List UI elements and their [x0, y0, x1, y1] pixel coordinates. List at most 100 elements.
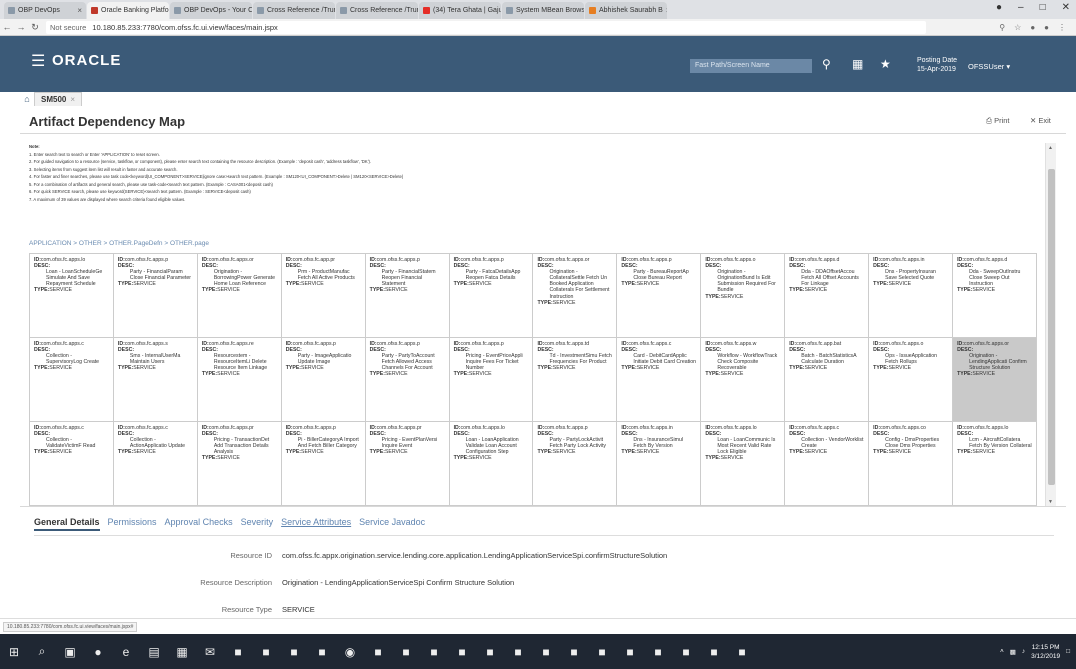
menu-dots-icon[interactable]: ⋮	[1058, 23, 1066, 32]
scrollbar-thumb[interactable]	[1048, 169, 1055, 485]
artifact-cell[interactable]: ID:com.ofss.fc.apps.s DESC: Sms - Internal…	[113, 338, 198, 422]
tab-sm500[interactable]: SM500 ×	[34, 92, 83, 106]
app-icon[interactable]: ■	[728, 634, 756, 669]
browser-tab[interactable]: Oracle Banking Platfo×	[87, 2, 169, 19]
pdf-icon[interactable]: ■	[448, 634, 476, 669]
chrome-icon[interactable]: ◉	[336, 634, 364, 669]
app-icon[interactable]: ■	[224, 634, 252, 669]
details-tab[interactable]: Permissions	[108, 517, 157, 531]
details-tab[interactable]: Service Javadoc	[359, 517, 425, 531]
fast-path-input[interactable]: Fast Path/Screen Name	[690, 59, 812, 73]
app-icon[interactable]: ■	[392, 634, 420, 669]
browser-tab[interactable]: Abhishek Saurabh B×	[585, 2, 667, 19]
list-icon[interactable]: ▦	[852, 57, 863, 71]
browser-tab[interactable]: OBP DevOps - Your Cr×	[170, 2, 252, 19]
favorites-star-icon[interactable]: ★	[880, 57, 891, 71]
tray-up-icon[interactable]: ˄	[1000, 648, 1004, 655]
app-icon[interactable]: ■	[504, 634, 532, 669]
close-tab-icon[interactable]: ×	[666, 2, 667, 19]
close-tab-icon[interactable]: ×	[77, 2, 82, 19]
app-icon[interactable]: ■	[560, 634, 588, 669]
search-icon[interactable]: ⚲	[822, 57, 831, 71]
details-tab[interactable]: Service Attributes	[281, 517, 351, 531]
user-profile-icon[interactable]: ●	[996, 2, 1002, 13]
extension-icon[interactable]: ●	[1044, 23, 1049, 32]
task-view-icon[interactable]: ▣	[56, 634, 84, 669]
artifact-cell[interactable]: ID:com.ofss.fc.apps.o DESC: Origination - …	[701, 254, 786, 338]
artifact-cell[interactable]: ID:com.ofss.fc.apps.or DESC: Origination -…	[197, 254, 282, 338]
browser-tab[interactable]: System MBean Brows×	[502, 2, 584, 19]
artifact-cell[interactable]: ID:com.ofss.fc.apps.re DESC: Resourcestem …	[197, 338, 282, 422]
scroll-up-icon[interactable]: ▲	[1048, 145, 1053, 151]
artifact-cell[interactable]: ID:com.ofss.fc.apps.in DESC: Dns - Insuran…	[617, 422, 702, 506]
artifact-cell[interactable]: ID:com.ofss.fc.apps.p DESC: Party - PartyT…	[365, 338, 450, 422]
app-icon[interactable]: ■	[420, 634, 448, 669]
hamburger-menu-icon[interactable]: ☰	[31, 51, 45, 71]
app-icon[interactable]: ■	[364, 634, 392, 669]
artifact-cell[interactable]: ID:com.ofss.fc.apps.in DESC: Dns - Propert…	[869, 254, 954, 338]
browser-tab[interactable]: (34) Tera Ghata | Gaju×	[419, 2, 501, 19]
app-icon[interactable]: ■	[588, 634, 616, 669]
artifact-cell[interactable]: ID:com.ofss.fc.apps.d DESC: Dda - DDAOffse…	[785, 254, 870, 338]
artifact-cell[interactable]: ID:com.ofss.fc.apps.p DESC: Pricing - Even…	[449, 338, 534, 422]
artifact-cell[interactable]: ID:com.ofss.fc.apps.p DESC: Party - Financ…	[365, 254, 450, 338]
details-tab[interactable]: Severity	[241, 517, 274, 531]
artifact-cell[interactable]: ID:com.ofss.fc.apps.c DESC: Collection - V…	[30, 422, 114, 506]
artifact-cell[interactable]: ID:com.ofss.fc.apps.p DESC: Party - ImageA…	[281, 338, 366, 422]
print-button[interactable]: ⎙ Print	[986, 116, 1010, 126]
artifact-cell[interactable]: ID:com.ofss.fc.apps.p DESC: Party - FatcaD…	[449, 254, 534, 338]
app-icon[interactable]: ■	[672, 634, 700, 669]
windows-icon[interactable]: ⊞	[0, 634, 28, 669]
reload-icon[interactable]: ↻	[28, 22, 42, 33]
artifact-cell[interactable]: ID:com.ofss.fc.apps.c DESC: Collection - V…	[785, 422, 870, 506]
details-tab[interactable]: Approval Checks	[165, 517, 233, 531]
notifications-icon[interactable]: □	[1066, 648, 1070, 655]
exit-button[interactable]: ✕ Exit	[1030, 116, 1051, 125]
artifact-cell[interactable]: ID:com.ofss.fc.apps.td DESC: Td - Investme…	[533, 338, 618, 422]
artifact-cell[interactable]: ID:com.ofss.fc.app.pr DESC: Prm - ProductM…	[281, 254, 366, 338]
artifact-cell[interactable]: ID:com.ofss.fc.apps.p DESC: Party - Bureau…	[617, 254, 702, 338]
artifact-cell[interactable]: ID:com.ofss.fc.apps.w DESC: Workflow - Wor…	[701, 338, 786, 422]
firefox-icon[interactable]: ●	[84, 634, 112, 669]
artifact-cell[interactable]: ID:com.ofss.fc.apps.p DESC: Party - Financ…	[113, 254, 198, 338]
volume-icon[interactable]: ♪	[1022, 648, 1025, 655]
artifact-cell[interactable]: ID:com.ofss.fc.apps.lo DESC: Loan - LoanCo…	[701, 422, 786, 506]
back-icon[interactable]: ←	[0, 22, 14, 32]
edge-icon[interactable]: e	[112, 634, 140, 669]
not-secure-label[interactable]: Not secure	[50, 23, 86, 32]
clock[interactable]: 12:15 PM 3/12/2019	[1031, 643, 1060, 661]
artifact-cell[interactable]: ID:com.ofss.fc.apps.or DESC: Origination -…	[533, 254, 618, 338]
app-icon[interactable]: ■	[700, 634, 728, 669]
close-tab-icon[interactable]: ×	[70, 95, 75, 104]
home-icon[interactable]: ⌂	[20, 92, 34, 106]
artifact-cell[interactable]: ID:com.ofss.fc.apps.lo DESC: Lcm - Aircraf…	[953, 422, 1037, 506]
app-icon[interactable]: ■	[616, 634, 644, 669]
app-icon[interactable]: ■	[644, 634, 672, 669]
artifact-cell[interactable]: ID:com.ofss.fc.apps.c DESC: Collection - S…	[30, 338, 114, 422]
artifact-cell[interactable]: ID:com.ofss.fc.apps.lo DESC: Loan - LoanSc…	[30, 254, 114, 338]
key-icon[interactable]: ⚲	[999, 23, 1005, 32]
file-explorer-icon[interactable]: ▤	[140, 634, 168, 669]
vertical-scrollbar[interactable]: ▲ ▼	[1045, 143, 1056, 507]
browser-tab[interactable]: Cross Reference /Trur×	[253, 2, 335, 19]
artifact-cell[interactable]: ID:com.ofss.fc.apps.d DESC: Dda - SweepOut…	[953, 254, 1037, 338]
app-icon[interactable]: ■	[280, 634, 308, 669]
artifact-cell[interactable]: ID:com.ofss.fc.apps.p DESC: Pi - BillerCat…	[281, 422, 366, 506]
network-icon[interactable]: ▩	[1010, 648, 1016, 656]
close-window-icon[interactable]: ✕	[1062, 2, 1070, 13]
minimize-icon[interactable]: –	[1018, 2, 1024, 13]
extension-icon[interactable]: ●	[1030, 23, 1035, 32]
artifact-cell[interactable]: ID:com.ofss.fc.apps.co DESC: Config - DmsP…	[869, 422, 954, 506]
search-icon[interactable]: ⌕	[28, 634, 56, 669]
app-icon[interactable]: ■	[476, 634, 504, 669]
browser-tab[interactable]: OBP DevOps ×	[4, 2, 86, 19]
url-input[interactable]: Not secure 10.180.85.233:7780/com.ofss.f…	[46, 20, 926, 34]
artifact-cell[interactable]: ID:com.ofss.fc.apps.c DESC: Collection - A…	[113, 422, 198, 506]
artifact-cell[interactable]: ID:com.ofss.fc.apps.lo DESC: Loan - LoanAp…	[449, 422, 534, 506]
app-icon[interactable]: ■	[252, 634, 280, 669]
scroll-down-icon[interactable]: ▼	[1048, 499, 1053, 505]
mail-icon[interactable]: ✉	[196, 634, 224, 669]
artifact-cell[interactable]: ID:com.ofss.fc.apps.o DESC: Ops - IssueApp…	[869, 338, 954, 422]
artifact-cell[interactable]: ID:com.ofss.fc.apps.p DESC: Party - PartyL…	[533, 422, 618, 506]
artifact-cell[interactable]: ID:com.ofss.fc.apps.pr DESC: Pricing - Tra…	[197, 422, 282, 506]
